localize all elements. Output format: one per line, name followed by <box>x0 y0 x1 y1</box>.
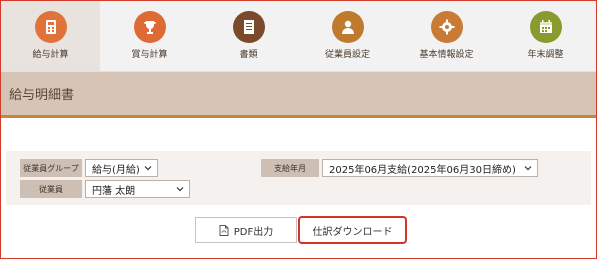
chevron-down-icon <box>176 187 184 192</box>
filter-panel: 従業員グループ 給与(月給) 従業員 円藩 太朗 支給年月 2025年06月支給… <box>6 151 591 205</box>
tab-bonus[interactable]: 賞与計算 <box>100 1 199 71</box>
tab-employee-settings[interactable]: 従業員設定 <box>298 1 397 71</box>
app-window: 給与計算 賞与計算 書類 従業員設定 基本情報設定 年末調整 給与明細書 従業員… <box>0 0 597 259</box>
tab-label: 書類 <box>239 50 258 60</box>
employee-label: 従業員 <box>20 180 82 198</box>
pdf-file-icon <box>219 224 229 236</box>
tab-label: 年末調整 <box>527 50 564 60</box>
chevron-down-icon <box>524 166 532 171</box>
tab-basic-settings[interactable]: 基本情報設定 <box>397 1 496 71</box>
tab-label: 賞与計算 <box>131 50 168 60</box>
tab-label: 給与計算 <box>32 50 69 60</box>
page-title: 給与明細書 <box>9 88 75 103</box>
pay-period-label: 支給年月 <box>261 159 319 177</box>
main-tab-bar: 給与計算 賞与計算 書類 従業員設定 基本情報設定 年末調整 <box>1 1 596 72</box>
calendar-icon <box>529 11 562 43</box>
pdf-export-label: PDF出力 <box>233 226 274 238</box>
tab-label: 従業員設定 <box>324 50 370 60</box>
trophy-icon <box>133 11 166 43</box>
employee-select[interactable]: 円藩 太朗 <box>85 180 190 198</box>
employee-group-select[interactable]: 給与(月給) <box>85 159 158 177</box>
tab-label: 基本情報設定 <box>419 50 474 60</box>
journal-download-button[interactable]: 仕訳ダウンロード <box>298 216 407 244</box>
pdf-export-button[interactable]: PDF出力 <box>195 217 297 243</box>
tab-year-end[interactable]: 年末調整 <box>496 1 595 71</box>
pay-period-value: 2025年06月支給(2025年06月30日締め) <box>329 164 516 176</box>
employee-value: 円藩 太朗 <box>92 185 136 197</box>
tab-payroll[interactable]: 給与計算 <box>1 1 100 71</box>
gear-icon <box>430 11 463 43</box>
page-header: 給与明細書 <box>1 72 596 118</box>
payroll-icon <box>34 11 67 43</box>
chevron-down-icon <box>144 166 152 171</box>
journal-download-label: 仕訳ダウンロード <box>312 226 393 238</box>
pay-period-select[interactable]: 2025年06月支給(2025年06月30日締め) <box>322 159 538 177</box>
person-icon <box>331 11 364 43</box>
employee-group-value: 給与(月給) <box>92 164 140 176</box>
document-icon <box>232 11 265 43</box>
employee-group-label: 従業員グループ <box>20 159 82 177</box>
tab-documents[interactable]: 書類 <box>199 1 298 71</box>
